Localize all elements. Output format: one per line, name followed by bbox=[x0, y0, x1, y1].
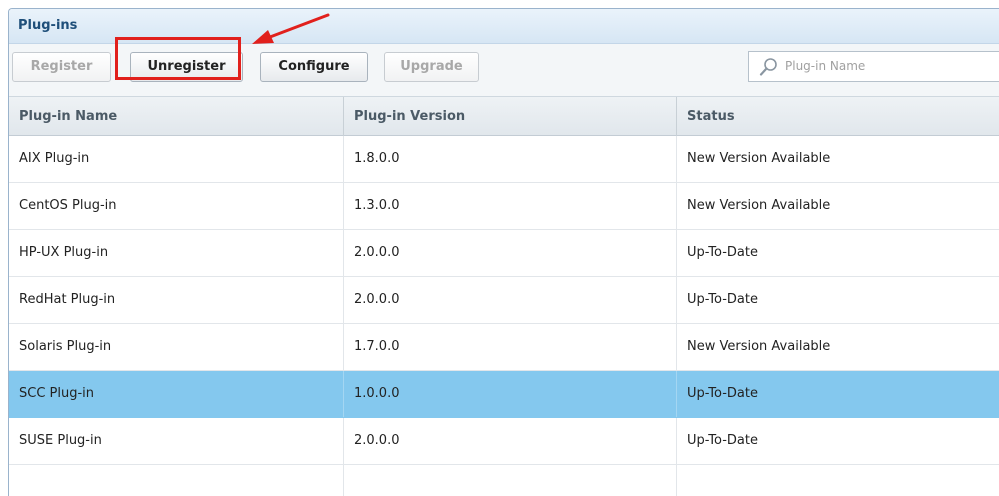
column-header-plugin-version[interactable]: Plug-in Version bbox=[344, 97, 677, 136]
cell-plugin-version: 1.0.0.0 bbox=[344, 371, 677, 417]
table-row[interactable]: Solaris Plug-in 1.7.0.0 New Version Avai… bbox=[9, 324, 999, 371]
configure-button[interactable]: Configure bbox=[260, 52, 368, 82]
panel-title: Plug-ins bbox=[18, 18, 78, 33]
cell-plugin-name: CentOS Plug-in bbox=[9, 183, 344, 229]
table-row[interactable]: HP-UX Plug-in 2.0.0.0 Up-To-Date bbox=[9, 230, 999, 277]
grid-header: Plug-in Name Plug-in Version Status bbox=[9, 96, 999, 136]
panel-title-bar: Plug-ins bbox=[9, 9, 999, 44]
grid-body: AIX Plug-in 1.8.0.0 New Version Availabl… bbox=[9, 136, 999, 496]
cell-status: Up-To-Date bbox=[687, 245, 758, 260]
cell-status: Up-To-Date bbox=[687, 433, 758, 448]
column-header-status[interactable]: Status bbox=[677, 97, 999, 136]
cell-plugin-version: 1.7.0.0 bbox=[344, 324, 677, 370]
cell-plugin-name: HP-UX Plug-in bbox=[9, 230, 344, 276]
plugins-panel: Plug-ins Register Unregister Configure U… bbox=[8, 8, 999, 496]
upgrade-button[interactable]: Upgrade bbox=[384, 52, 479, 82]
table-row[interactable]: AIX Plug-in 1.8.0.0 New Version Availabl… bbox=[9, 136, 999, 183]
empty-cell bbox=[9, 465, 344, 496]
cell-status: New Version Available bbox=[687, 198, 831, 213]
cell-plugin-version: 1.3.0.0 bbox=[344, 183, 677, 229]
cell-status: Up-To-Date bbox=[687, 292, 758, 307]
table-row[interactable]: CentOS Plug-in 1.3.0.0 New Version Avail… bbox=[9, 183, 999, 230]
cell-plugin-name: SCC Plug-in bbox=[9, 371, 344, 417]
search-input[interactable] bbox=[785, 56, 985, 76]
cell-status: New Version Available bbox=[687, 339, 831, 354]
cell-plugin-name: SUSE Plug-in bbox=[9, 418, 344, 464]
cell-plugin-version: 2.0.0.0 bbox=[344, 277, 677, 323]
table-row[interactable]: SUSE Plug-in 2.0.0.0 Up-To-Date bbox=[9, 418, 999, 465]
cell-plugin-name: AIX Plug-in bbox=[9, 136, 344, 182]
toolbar: Register Unregister Configure Upgrade bbox=[9, 44, 999, 96]
empty-row-filler bbox=[9, 465, 999, 496]
cell-plugin-version: 1.8.0.0 bbox=[344, 136, 677, 182]
register-button[interactable]: Register bbox=[12, 52, 111, 82]
search-icon bbox=[759, 57, 779, 81]
empty-cell bbox=[344, 465, 677, 496]
table-row[interactable]: SCC Plug-in 1.0.0.0 Up-To-Date bbox=[9, 371, 999, 418]
cell-plugin-version: 2.0.0.0 bbox=[344, 230, 677, 276]
unregister-button[interactable]: Unregister bbox=[130, 52, 243, 82]
table-row[interactable]: RedHat Plug-in 2.0.0.0 Up-To-Date bbox=[9, 277, 999, 324]
column-header-plugin-name[interactable]: Plug-in Name bbox=[9, 97, 344, 136]
cell-plugin-version: 2.0.0.0 bbox=[344, 418, 677, 464]
cell-plugin-name: Solaris Plug-in bbox=[9, 324, 344, 370]
cell-status: New Version Available bbox=[687, 151, 831, 166]
empty-cell bbox=[677, 465, 999, 496]
cell-plugin-name: RedHat Plug-in bbox=[9, 277, 344, 323]
search-box[interactable] bbox=[748, 51, 999, 82]
cell-status: Up-To-Date bbox=[687, 386, 758, 401]
